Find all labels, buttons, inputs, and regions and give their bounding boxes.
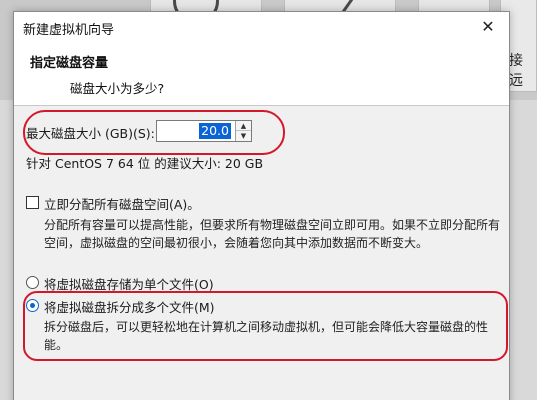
dialog-title: 新建虚拟机向导 (23, 23, 115, 38)
new-vm-wizard-dialog: 新建虚拟机向导 ✕ 指定磁盘容量 磁盘大小为多少? 最大磁盘大小 (GB)(S)… (13, 11, 510, 400)
allocate-now-label[interactable]: 立即分配所有磁盘空间(A)。 (44, 194, 200, 213)
background-tile-label: 接远 (509, 53, 523, 89)
page-subtitle: 磁盘大小为多少? (70, 81, 165, 96)
highlight-ring-split-files (23, 291, 508, 361)
recommended-size-text: 针对 CentOS 7 64 位 的建议大小: 20 GB (26, 156, 264, 171)
page-title: 指定磁盘容量 (30, 56, 109, 71)
highlight-ring-disk-size (23, 110, 285, 155)
single-file-radio[interactable] (26, 276, 39, 289)
close-button[interactable]: ✕ (475, 15, 501, 39)
dialog-titlebar[interactable]: 新建虚拟机向导 ✕ (14, 12, 509, 42)
wizard-header: 指定磁盘容量 磁盘大小为多少? (14, 42, 509, 106)
allocate-now-description: 分配所有容量可以提高性能，但要求所有物理磁盘空间立即可用。如果不立即分配所有空间… (44, 218, 501, 250)
allocate-now-checkbox[interactable] (26, 196, 39, 209)
